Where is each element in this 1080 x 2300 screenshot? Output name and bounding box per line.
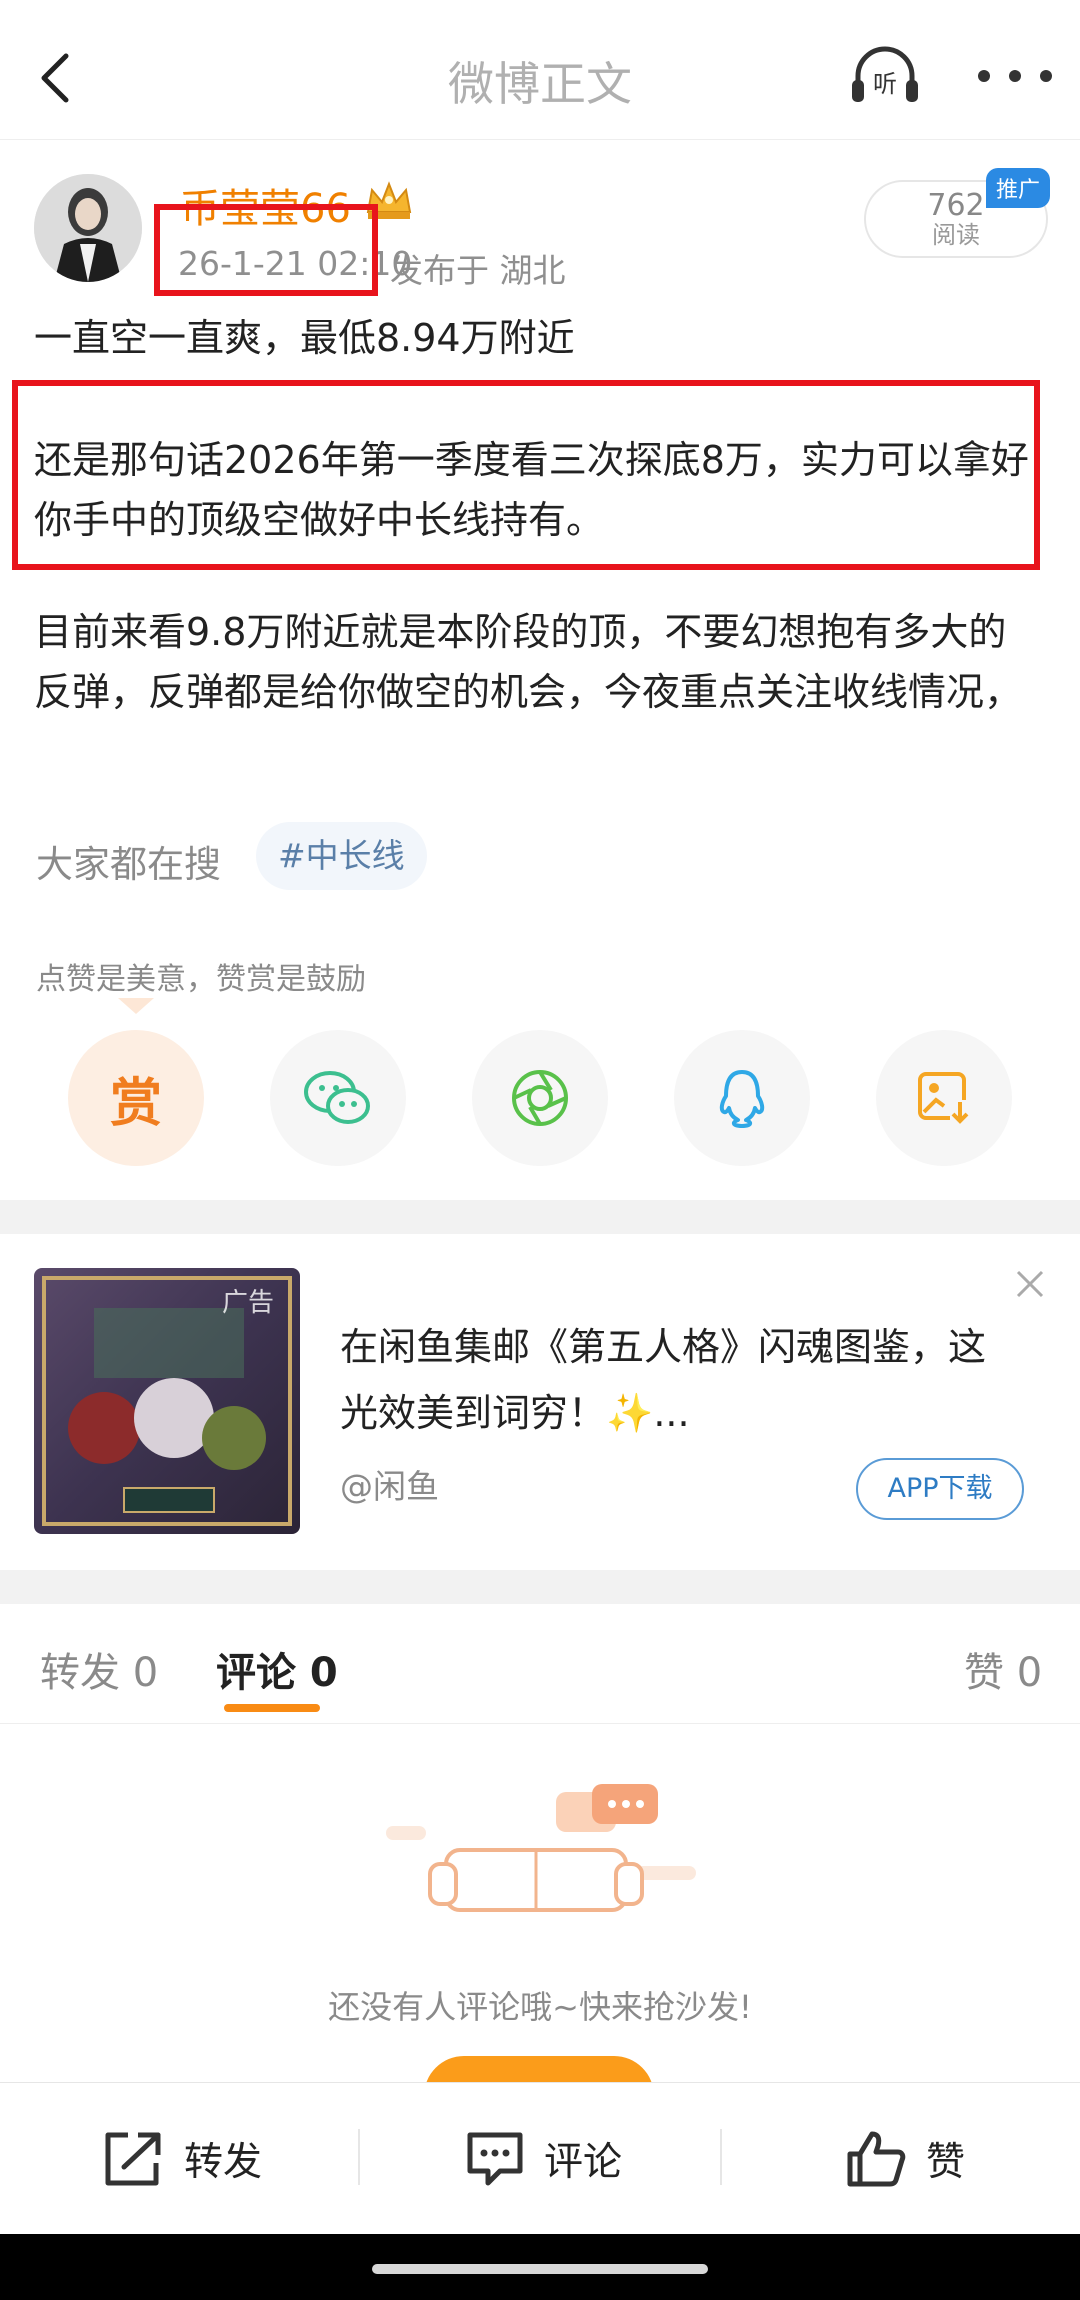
comment-button[interactable]: 评论 (464, 2083, 622, 2235)
tip-arrow (118, 998, 154, 1014)
share-wechat-button[interactable] (270, 1030, 406, 1166)
active-tab-indicator (224, 1704, 320, 1712)
thumbs-up-icon (847, 2131, 906, 2187)
wechat-icon (304, 1071, 370, 1124)
reward-tip: 点赞是美意，赞赏是鼓励 (36, 962, 366, 997)
tab-comment[interactable]: 评论 0 (216, 1640, 338, 1698)
ad-label: 广告 (222, 1288, 275, 1318)
moments-icon (512, 1070, 568, 1126)
interaction-tabs: 转发 0 评论 0 赞 0 (0, 1604, 1080, 1724)
section-divider (0, 1570, 1080, 1604)
system-nav-bar (0, 2234, 1080, 2300)
like-label: 赞 (926, 2140, 966, 2185)
highlight-box-time (154, 204, 378, 296)
reward-icon: 赏 (109, 1073, 162, 1134)
post-paragraph: 一直空一直爽，最低8.94万附近 (34, 316, 575, 360)
comment-label: 评论 (544, 2140, 623, 2185)
reward-button[interactable]: 赏 (68, 1030, 204, 1166)
share-row: 赏 (0, 1030, 1080, 1170)
top-bar: 微博正文 听 (0, 0, 1080, 140)
trending-search-label: 大家都在搜 (36, 843, 221, 886)
ad-headline[interactable]: 在闲鱼集邮《第五人格》闪魂图鉴，这光效美到词穷！✨... (340, 1314, 1020, 1446)
comment-icon (467, 2132, 523, 2186)
more-dots-icon[interactable] (970, 56, 1060, 96)
tab-repost[interactable]: 转发 0 (40, 1640, 158, 1698)
divider (720, 2129, 722, 2185)
repost-label: 转发 (184, 2140, 263, 2185)
share-icon (105, 2132, 161, 2186)
read-label: 阅读 (932, 221, 980, 249)
qq-icon (719, 1070, 765, 1128)
save-image-button[interactable] (876, 1030, 1012, 1166)
home-indicator[interactable] (372, 2264, 708, 2274)
avatar[interactable] (34, 174, 142, 282)
ad-source: @闲鱼 (340, 1467, 439, 1506)
bottom-action-bar: 转发 评论 赞 (0, 2082, 1080, 2234)
save-image-icon (918, 1072, 970, 1124)
tab-like[interactable]: 赞 0 (964, 1640, 1042, 1698)
empty-comments-text: 还没有人评论哦~快来抢沙发! (328, 1988, 752, 2026)
post-paragraph: 目前来看9.8万附近就是本阶段的顶，不要幻想抱有多大的反弹，反弹都是给你做空的机… (34, 610, 1023, 714)
close-icon[interactable] (1010, 1264, 1050, 1304)
post-location: 发布于 湖北 (390, 251, 566, 290)
share-moments-button[interactable] (472, 1030, 608, 1166)
repost-button[interactable]: 转发 (100, 2083, 262, 2235)
app-download-button[interactable]: APP下载 (856, 1458, 1024, 1520)
highlight-box-paragraph (12, 380, 1040, 570)
section-divider (0, 1200, 1080, 1234)
share-qq-button[interactable] (674, 1030, 810, 1166)
listen-label: 听 (873, 70, 897, 98)
promo-badge: 推广 (986, 168, 1051, 208)
listen-headphones-icon[interactable]: 听 (848, 44, 922, 108)
divider (358, 2129, 360, 2185)
ad-card[interactable]: 广告 在闲鱼集邮《第五人格》闪魂图鉴，这光效美到词穷！✨... @闲鱼 APP下… (0, 1234, 1080, 1570)
empty-sofa-illustration (386, 1784, 696, 1912)
topic-tag[interactable]: #中长线 (256, 822, 427, 890)
like-button[interactable]: 赞 (844, 2083, 965, 2235)
